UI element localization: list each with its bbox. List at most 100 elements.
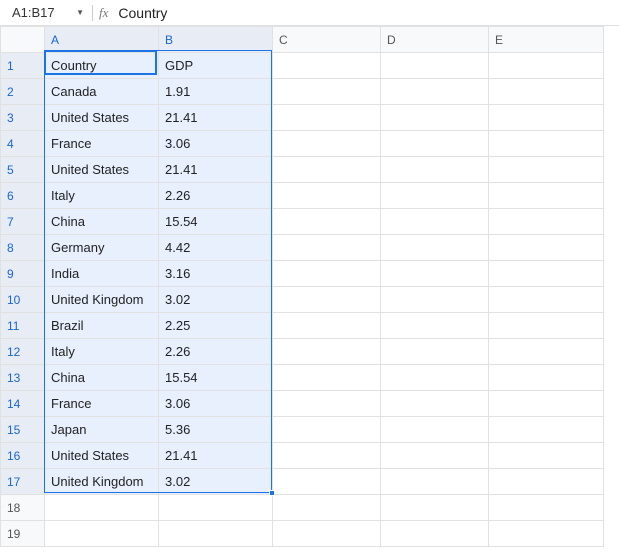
cell-C5[interactable] <box>273 157 381 183</box>
cell-B15[interactable]: 5.36 <box>159 417 273 443</box>
cell-C10[interactable] <box>273 287 381 313</box>
spreadsheet-grid[interactable]: ABCDE 1CountryGDP2Canada1.913United Stat… <box>0 26 604 547</box>
row-header-12[interactable]: 12 <box>1 339 45 365</box>
cell-E14[interactable] <box>489 391 604 417</box>
cell-B8[interactable]: 4.42 <box>159 235 273 261</box>
cell-E6[interactable] <box>489 183 604 209</box>
chevron-down-icon[interactable]: ▼ <box>76 8 84 17</box>
cell-D10[interactable] <box>381 287 489 313</box>
column-header-C[interactable]: C <box>273 27 381 53</box>
row-header-5[interactable]: 5 <box>1 157 45 183</box>
cell-C15[interactable] <box>273 417 381 443</box>
cell-C6[interactable] <box>273 183 381 209</box>
cell-C19[interactable] <box>273 521 381 547</box>
row-header-9[interactable]: 9 <box>1 261 45 287</box>
cell-B18[interactable] <box>159 495 273 521</box>
cell-D9[interactable] <box>381 261 489 287</box>
cell-A3[interactable]: United States <box>45 105 159 131</box>
cell-B4[interactable]: 3.06 <box>159 131 273 157</box>
cell-D1[interactable] <box>381 53 489 79</box>
cell-E17[interactable] <box>489 469 604 495</box>
cell-A4[interactable]: France <box>45 131 159 157</box>
cell-B1[interactable]: GDP <box>159 53 273 79</box>
cell-B12[interactable]: 2.26 <box>159 339 273 365</box>
cell-E7[interactable] <box>489 209 604 235</box>
row-header-15[interactable]: 15 <box>1 417 45 443</box>
cell-C3[interactable] <box>273 105 381 131</box>
cell-E15[interactable] <box>489 417 604 443</box>
cell-E3[interactable] <box>489 105 604 131</box>
cell-E4[interactable] <box>489 131 604 157</box>
cell-D5[interactable] <box>381 157 489 183</box>
cell-C2[interactable] <box>273 79 381 105</box>
formula-bar-input[interactable]: Country <box>118 5 167 21</box>
row-header-18[interactable]: 18 <box>1 495 45 521</box>
cell-D8[interactable] <box>381 235 489 261</box>
cell-B3[interactable]: 21.41 <box>159 105 273 131</box>
cell-E1[interactable] <box>489 53 604 79</box>
cell-D2[interactable] <box>381 79 489 105</box>
cell-B5[interactable]: 21.41 <box>159 157 273 183</box>
cell-D11[interactable] <box>381 313 489 339</box>
cell-B9[interactable]: 3.16 <box>159 261 273 287</box>
cell-A7[interactable]: China <box>45 209 159 235</box>
cell-E9[interactable] <box>489 261 604 287</box>
cell-E10[interactable] <box>489 287 604 313</box>
cell-E12[interactable] <box>489 339 604 365</box>
cell-C16[interactable] <box>273 443 381 469</box>
row-header-1[interactable]: 1 <box>1 53 45 79</box>
row-header-19[interactable]: 19 <box>1 521 45 547</box>
cell-C14[interactable] <box>273 391 381 417</box>
cell-B2[interactable]: 1.91 <box>159 79 273 105</box>
row-header-14[interactable]: 14 <box>1 391 45 417</box>
column-header-A[interactable]: A <box>45 27 159 53</box>
cell-C4[interactable] <box>273 131 381 157</box>
cell-A5[interactable]: United States <box>45 157 159 183</box>
cell-B13[interactable]: 15.54 <box>159 365 273 391</box>
cell-A17[interactable]: United Kingdom <box>45 469 159 495</box>
cell-E18[interactable] <box>489 495 604 521</box>
cell-A11[interactable]: Brazil <box>45 313 159 339</box>
cell-E13[interactable] <box>489 365 604 391</box>
row-header-4[interactable]: 4 <box>1 131 45 157</box>
cell-A1[interactable]: Country <box>45 53 159 79</box>
cell-A12[interactable]: Italy <box>45 339 159 365</box>
column-header-E[interactable]: E <box>489 27 604 53</box>
cell-C9[interactable] <box>273 261 381 287</box>
row-header-17[interactable]: 17 <box>1 469 45 495</box>
cell-D18[interactable] <box>381 495 489 521</box>
cell-A15[interactable]: Japan <box>45 417 159 443</box>
cell-C1[interactable] <box>273 53 381 79</box>
cell-D17[interactable] <box>381 469 489 495</box>
cell-C18[interactable] <box>273 495 381 521</box>
cell-E19[interactable] <box>489 521 604 547</box>
cell-D12[interactable] <box>381 339 489 365</box>
cell-C17[interactable] <box>273 469 381 495</box>
name-box[interactable]: A1:B17 ▼ <box>8 3 88 22</box>
row-header-16[interactable]: 16 <box>1 443 45 469</box>
cell-E2[interactable] <box>489 79 604 105</box>
cell-A16[interactable]: United States <box>45 443 159 469</box>
row-header-3[interactable]: 3 <box>1 105 45 131</box>
cell-A18[interactable] <box>45 495 159 521</box>
cell-A10[interactable]: United Kingdom <box>45 287 159 313</box>
select-all-corner[interactable] <box>1 27 45 53</box>
cell-C13[interactable] <box>273 365 381 391</box>
row-header-13[interactable]: 13 <box>1 365 45 391</box>
cell-D16[interactable] <box>381 443 489 469</box>
cell-B19[interactable] <box>159 521 273 547</box>
row-header-7[interactable]: 7 <box>1 209 45 235</box>
cell-A8[interactable]: Germany <box>45 235 159 261</box>
cell-B10[interactable]: 3.02 <box>159 287 273 313</box>
cell-B14[interactable]: 3.06 <box>159 391 273 417</box>
cell-A19[interactable] <box>45 521 159 547</box>
row-header-8[interactable]: 8 <box>1 235 45 261</box>
cell-A13[interactable]: China <box>45 365 159 391</box>
cell-A6[interactable]: Italy <box>45 183 159 209</box>
cell-C7[interactable] <box>273 209 381 235</box>
cell-A14[interactable]: France <box>45 391 159 417</box>
cell-B7[interactable]: 15.54 <box>159 209 273 235</box>
cell-A2[interactable]: Canada <box>45 79 159 105</box>
cell-C11[interactable] <box>273 313 381 339</box>
cell-D14[interactable] <box>381 391 489 417</box>
